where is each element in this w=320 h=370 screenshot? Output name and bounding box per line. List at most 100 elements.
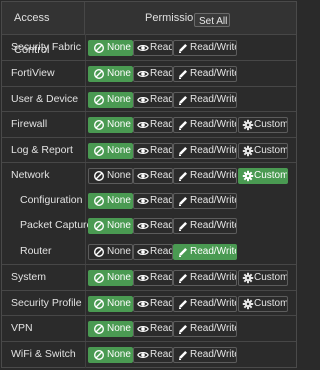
ban-icon <box>93 246 105 258</box>
button-label: Read <box>150 119 173 130</box>
ban-icon <box>93 94 105 106</box>
button-label: Read/Write <box>190 195 237 206</box>
read-button[interactable]: Read <box>133 296 173 312</box>
custom-button[interactable]: Custom <box>238 117 288 133</box>
read-write-button[interactable]: Read/Write <box>173 143 237 159</box>
read-write-button[interactable]: Read/Write <box>173 244 237 260</box>
permission-row: Log & Report None Read Read/Write Custom <box>2 137 296 163</box>
read-write-button[interactable]: Read/Write <box>173 168 237 184</box>
eye-icon <box>137 94 149 106</box>
permission-row-label: WiFi & Switch <box>11 348 76 360</box>
button-label: Read/Write <box>190 349 237 360</box>
read-button[interactable]: Read <box>133 244 173 260</box>
permission-row: VPN None Read Read/Write <box>2 315 296 341</box>
read-button[interactable]: Read <box>133 117 173 133</box>
permission-row-label: Network <box>11 169 50 181</box>
none-button[interactable]: None <box>88 347 133 363</box>
none-button[interactable]: None <box>88 143 133 159</box>
button-label: Read/Write <box>190 145 237 156</box>
permission-row-label: Security Profile <box>11 297 82 309</box>
read-write-button[interactable]: Read/Write <box>173 218 237 234</box>
pencil-icon <box>177 272 189 284</box>
read-button[interactable]: Read <box>133 92 173 108</box>
none-button[interactable]: None <box>88 218 133 234</box>
pencil-icon <box>177 323 189 335</box>
read-button[interactable]: Read <box>133 193 173 209</box>
button-label: None <box>107 145 131 156</box>
button-label: None <box>107 42 131 53</box>
read-button[interactable]: Read <box>133 168 173 184</box>
none-button[interactable]: None <box>88 193 133 209</box>
custom-button[interactable]: Custom <box>238 168 288 184</box>
permission-row: Network None Read Read/Write Custom <box>2 162 296 188</box>
read-write-button[interactable]: Read/Write <box>173 66 237 82</box>
pencil-icon <box>177 349 189 361</box>
pencil-icon <box>177 145 189 157</box>
read-button[interactable]: Read <box>133 347 173 363</box>
none-button[interactable]: None <box>88 117 133 133</box>
none-button[interactable]: None <box>88 270 133 286</box>
permission-row: Firewall None Read Read/Write Custom <box>2 111 296 137</box>
permission-row: Security Fabric None Read Read/Write <box>2 35 296 60</box>
eye-icon <box>137 220 149 232</box>
read-button[interactable]: Read <box>133 270 173 286</box>
permission-row: WiFi & Switch None Read Read/Write <box>2 341 296 367</box>
none-button[interactable]: None <box>88 66 133 82</box>
none-button[interactable]: None <box>88 244 133 260</box>
none-button[interactable]: None <box>88 321 133 337</box>
button-label: Read <box>150 298 173 309</box>
set-all-dropdown[interactable]: Set All▼ <box>194 13 230 27</box>
ban-icon <box>93 298 105 310</box>
read-write-button[interactable]: Read/Write <box>173 92 237 108</box>
button-label: Read/Write <box>190 42 237 53</box>
button-label: Read/Write <box>190 119 237 130</box>
eye-icon <box>137 145 149 157</box>
read-write-button[interactable]: Read/Write <box>173 321 237 337</box>
pencil-icon <box>177 119 189 131</box>
none-button[interactable]: None <box>88 168 133 184</box>
button-label: None <box>107 246 131 257</box>
none-button[interactable]: None <box>88 296 133 312</box>
button-label: Custom <box>254 298 288 309</box>
button-label: Read/Write <box>190 170 237 181</box>
permission-row: Router None Read Read/Write <box>2 239 296 264</box>
permission-row-label: VPN <box>11 322 33 334</box>
ban-icon <box>93 323 105 335</box>
read-write-button[interactable]: Read/Write <box>173 40 237 56</box>
read-write-button[interactable]: Read/Write <box>173 347 237 363</box>
ban-icon <box>93 272 105 284</box>
read-write-button[interactable]: Read/Write <box>173 193 237 209</box>
none-button[interactable]: None <box>88 40 133 56</box>
read-write-button[interactable]: Read/Write <box>173 270 237 286</box>
button-label: Custom <box>254 170 288 181</box>
custom-button[interactable]: Custom <box>238 143 288 159</box>
read-write-button[interactable]: Read/Write <box>173 296 237 312</box>
read-write-button[interactable]: Read/Write <box>173 117 237 133</box>
read-button[interactable]: Read <box>133 40 173 56</box>
read-button[interactable]: Read <box>133 218 173 234</box>
none-button[interactable]: None <box>88 92 133 108</box>
button-label: Custom <box>254 272 288 283</box>
read-button[interactable]: Read <box>133 321 173 337</box>
eye-icon <box>137 272 149 284</box>
permission-row: Packet Capture None Read Read/Write <box>2 213 296 238</box>
read-button[interactable]: Read <box>133 66 173 82</box>
eye-icon <box>137 323 149 335</box>
button-label: Custom <box>254 119 288 130</box>
custom-button[interactable]: Custom <box>238 270 288 286</box>
button-label: None <box>107 220 131 231</box>
ban-icon <box>93 68 105 80</box>
button-label: Read/Write <box>190 94 237 105</box>
permission-row-label: Packet Capture <box>20 219 93 231</box>
eye-icon <box>137 170 149 182</box>
access-control-header: Access Control <box>2 2 85 56</box>
button-label: Read <box>150 94 173 105</box>
button-label: None <box>107 170 131 181</box>
pencil-icon <box>177 246 189 258</box>
button-label: Read <box>150 195 173 206</box>
custom-button[interactable]: Custom <box>238 296 288 312</box>
button-label: Read <box>150 246 173 257</box>
ban-icon <box>93 145 105 157</box>
set-all-label: Set All <box>199 16 228 27</box>
read-button[interactable]: Read <box>133 143 173 159</box>
